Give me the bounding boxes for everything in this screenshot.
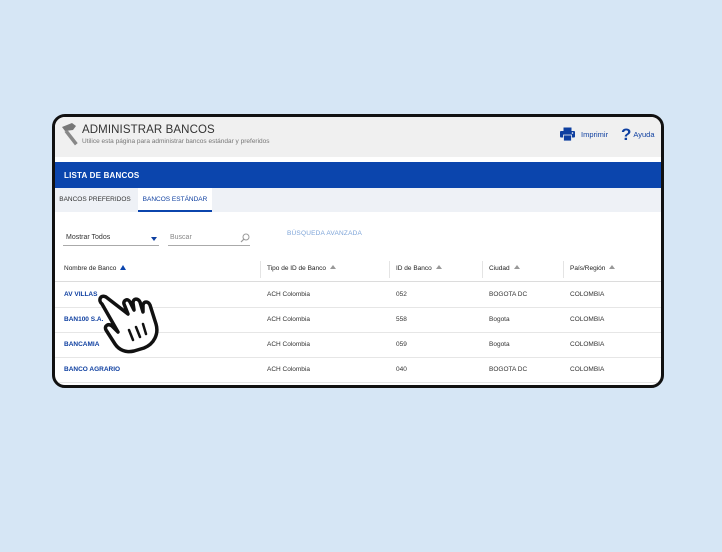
print-label: Imprimir [581, 129, 609, 139]
search-icon[interactable] [240, 233, 250, 243]
show-filter-select[interactable]: Mostrar Todos [63, 231, 159, 246]
column-header-bank-id[interactable]: ID de Banco [396, 257, 442, 281]
bank-name-link[interactable]: BANCO AGRARIO [64, 357, 120, 382]
section-title: LISTA DE BANCOS [64, 171, 140, 180]
search-box [168, 231, 250, 246]
city-cell: Bogota [489, 316, 510, 323]
section-bar: LISTA DE BANCOS [55, 162, 661, 188]
country-cell: COLOMBIA [570, 341, 605, 348]
page-subtitle: Utilice esta página para administrar ban… [82, 138, 270, 145]
sort-icon [513, 265, 520, 270]
bank-id-cell: 052 [396, 291, 407, 298]
column-divider [389, 261, 390, 278]
print-button[interactable]: Imprimir [560, 127, 608, 141]
table-header: Nombre de Banco Tipo de ID de Banco ID d… [55, 257, 661, 282]
bank-name-link[interactable]: AV VILLAS [64, 282, 97, 307]
column-divider [482, 261, 483, 278]
city-cell: BOGOTA DC [489, 366, 528, 373]
column-header-label: Nombre de Banco [64, 265, 117, 272]
country-cell: COLOMBIA [570, 291, 605, 298]
sort-icon [435, 265, 442, 270]
sort-icon [330, 265, 337, 270]
tab-standard-banks[interactable]: BANCOS ESTÁNDAR [138, 188, 212, 212]
help-button[interactable]: ? Ayuda [621, 126, 655, 143]
city-cell: Bogota [489, 341, 510, 348]
column-divider [260, 261, 261, 278]
chevron-down-icon [151, 237, 157, 241]
page-header: ADMINISTRAR BANCOS Utilice esta página p… [55, 117, 661, 157]
bank-name-link[interactable]: BANCAMIA [64, 332, 99, 357]
sort-icon [609, 265, 616, 270]
bank-id-cell: 059 [396, 341, 407, 348]
column-divider [563, 261, 564, 278]
hammer-icon [62, 123, 78, 146]
column-header-label: Ciudad [489, 265, 510, 272]
column-header-country-region[interactable]: País/Región [570, 257, 616, 281]
bank-id-type-cell: ACH Colombia [267, 316, 310, 323]
page-title: ADMINISTRAR BANCOS [82, 124, 215, 136]
hand-pointer-cursor-icon [98, 294, 159, 354]
column-header-label: Tipo de ID de Banco [267, 265, 327, 272]
tab-preferred-banks[interactable]: BANCOS PREFERIDOS [55, 188, 135, 212]
table-row: BANCO AGRARIO ACH Colombia 040 BOGOTA DC… [55, 357, 661, 383]
column-header-bank-name[interactable]: Nombre de Banco [64, 257, 127, 281]
advanced-search-link[interactable]: BÚSQUEDA AVANZADA [287, 230, 362, 237]
bank-id-cell: 558 [396, 316, 407, 323]
country-cell: COLOMBIA [570, 316, 605, 323]
sort-ascending-icon [120, 264, 127, 270]
column-header-city[interactable]: Ciudad [489, 257, 520, 281]
column-header-label: ID de Banco [396, 265, 432, 272]
search-input[interactable] [168, 231, 238, 244]
tab-bar: BANCOS PREFERIDOS BANCOS ESTÁNDAR [55, 188, 661, 212]
show-filter-value: Mostrar Todos [66, 234, 111, 241]
filter-toolbar: Mostrar Todos BÚSQUEDA AVANZADA [55, 222, 661, 248]
bank-id-cell: 040 [396, 366, 407, 373]
help-label: Ayuda [633, 130, 655, 139]
column-header-bank-id-type[interactable]: Tipo de ID de Banco [267, 257, 337, 281]
printer-icon [560, 127, 575, 141]
city-cell: BOGOTA DC [489, 291, 528, 298]
country-cell: COLOMBIA [570, 366, 605, 373]
question-icon: ? [621, 125, 632, 144]
bank-id-type-cell: ACH Colombia [267, 341, 310, 348]
bank-id-type-cell: ACH Colombia [267, 291, 310, 298]
bank-id-type-cell: ACH Colombia [267, 366, 310, 373]
column-header-label: País/Región [570, 265, 606, 272]
